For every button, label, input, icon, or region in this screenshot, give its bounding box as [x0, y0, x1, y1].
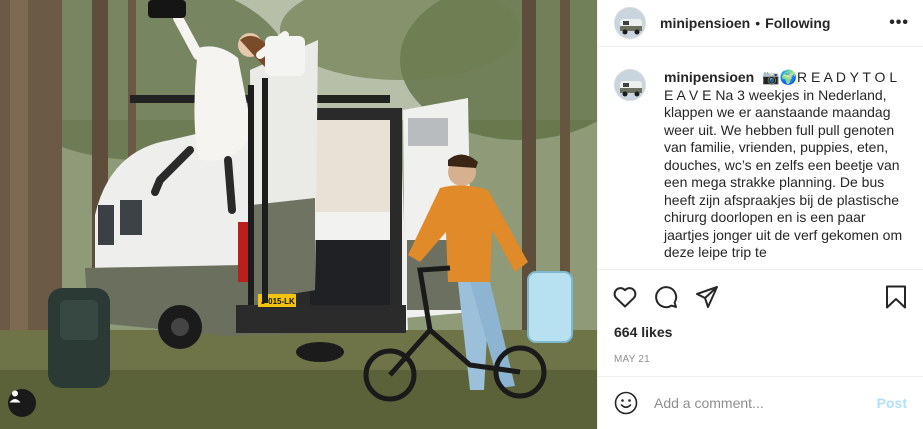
- likes-count[interactable]: 664 likes: [598, 324, 923, 344]
- caption-text-block: minipensioen 📷🌍R E A D Y T O L E A V E N…: [664, 69, 907, 269]
- post-date[interactable]: MAY 21: [598, 344, 923, 372]
- van-avatar-icon: [615, 8, 645, 38]
- bookmark-icon[interactable]: [883, 284, 909, 310]
- tagged-users-button[interactable]: [8, 389, 36, 417]
- heart-icon[interactable]: [612, 284, 638, 310]
- header-separator: •: [755, 15, 761, 31]
- post-button[interactable]: Post: [877, 395, 907, 411]
- share-icon[interactable]: [694, 284, 720, 310]
- emoji-icon[interactable]: [614, 391, 638, 415]
- post-sidebar: minipensioen • Following ••• minipensioe…: [597, 0, 923, 429]
- caption-text: 📷🌍R E A D Y T O L E A V E Na 3 weekjes i…: [664, 69, 903, 260]
- user-icon: [9, 390, 21, 403]
- caption-section: minipensioen 📷🌍R E A D Y T O L E A V E N…: [598, 47, 923, 270]
- avatar[interactable]: [614, 7, 646, 39]
- van-avatar-icon: [615, 70, 645, 100]
- post-photo[interactable]: J-015-LK: [0, 0, 597, 429]
- comment-input[interactable]: [654, 395, 877, 411]
- more-options-icon[interactable]: •••: [889, 14, 909, 32]
- action-bar: [598, 270, 923, 324]
- caption-username[interactable]: minipensioen: [664, 69, 754, 85]
- header-username[interactable]: minipensioen: [660, 15, 750, 31]
- comment-bar: Post: [598, 376, 923, 429]
- photo-scene: J-015-LK: [0, 0, 597, 429]
- instagram-post: J-015-LK minipensioen • Following ••• mi…: [0, 0, 923, 429]
- following-button[interactable]: Following: [765, 15, 830, 31]
- caption-avatar[interactable]: [614, 69, 646, 101]
- post-header: minipensioen • Following •••: [598, 0, 923, 47]
- comment-icon[interactable]: [653, 284, 679, 310]
